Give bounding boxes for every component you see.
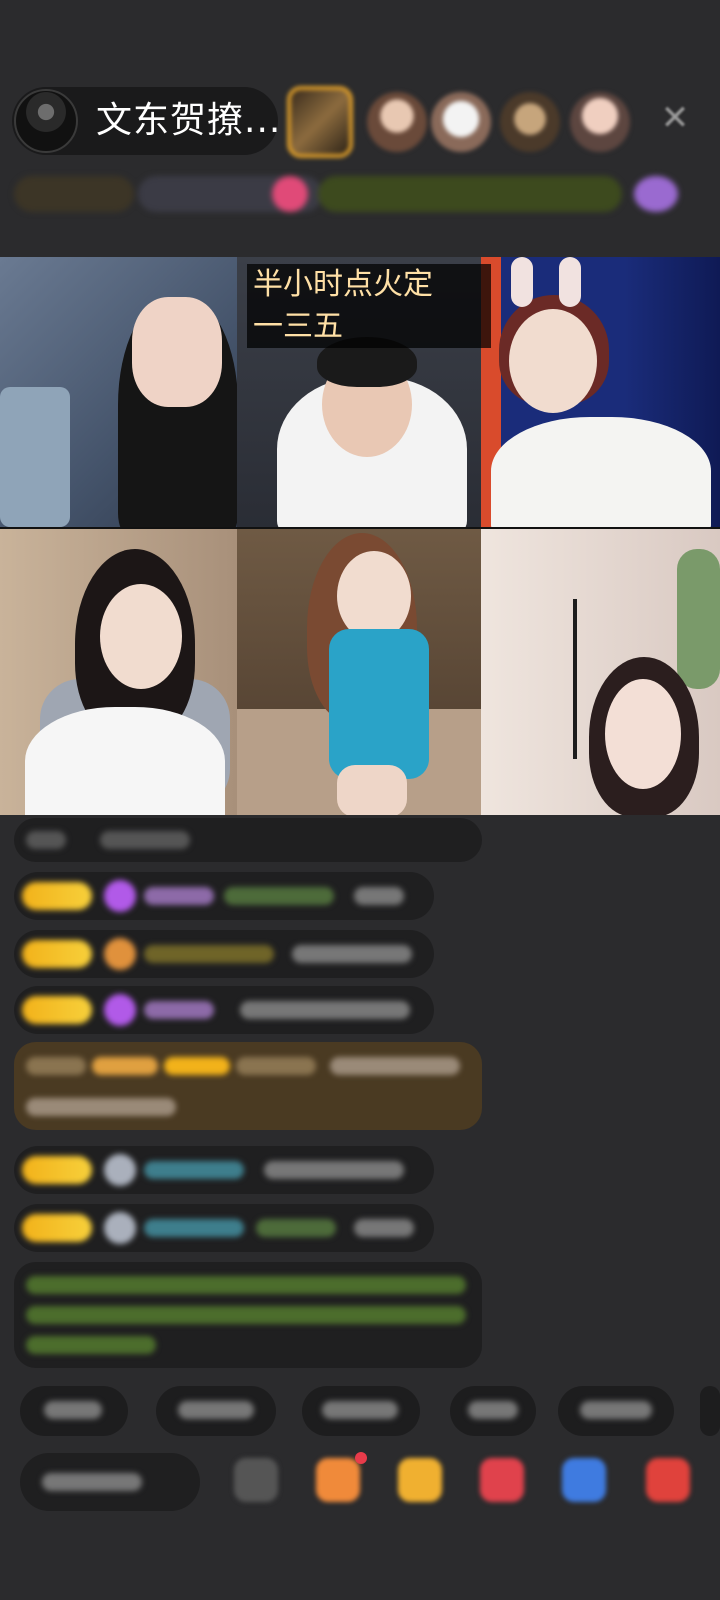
more-icon[interactable] bbox=[646, 1458, 690, 1502]
gift-icon[interactable] bbox=[398, 1458, 442, 1502]
quick-reply-chip[interactable] bbox=[558, 1386, 674, 1436]
gift-box-icon[interactable] bbox=[316, 1458, 360, 1502]
video-tile[interactable] bbox=[481, 529, 720, 815]
system-notice bbox=[14, 1262, 482, 1368]
quick-reply-chip[interactable] bbox=[700, 1386, 720, 1436]
host-info-pill[interactable]: 文东贺撩... bbox=[12, 87, 282, 155]
chat-message bbox=[14, 1204, 434, 1252]
caption-line-1: 半小时点火定 bbox=[253, 267, 433, 302]
quick-reply-chip[interactable] bbox=[450, 1386, 536, 1436]
top-viewer-avatar[interactable] bbox=[287, 86, 353, 158]
viewer-avatar[interactable] bbox=[570, 92, 630, 152]
caption-line-2: 一三五 bbox=[253, 309, 343, 344]
stream-caption: 半小时点火定 一三五 bbox=[247, 264, 491, 348]
viewer-avatar[interactable] bbox=[500, 92, 560, 152]
viewer-avatar[interactable] bbox=[431, 92, 491, 152]
chat-message-highlight bbox=[14, 1042, 482, 1130]
emoji-icon[interactable] bbox=[234, 1458, 278, 1502]
quick-reply-chip[interactable] bbox=[20, 1386, 128, 1436]
video-tile[interactable] bbox=[0, 257, 237, 527]
viewer-avatar[interactable] bbox=[367, 92, 427, 152]
comment-input[interactable] bbox=[20, 1453, 200, 1511]
chat-message bbox=[14, 1146, 434, 1194]
video-tile[interactable] bbox=[237, 529, 481, 815]
red-packet-icon[interactable] bbox=[480, 1458, 524, 1502]
chat-message bbox=[14, 986, 434, 1034]
video-tile[interactable] bbox=[0, 529, 237, 815]
host-name: 文东贺撩... bbox=[96, 100, 282, 141]
video-tile[interactable] bbox=[481, 257, 720, 527]
quick-reply-chip[interactable] bbox=[156, 1386, 276, 1436]
chat-message bbox=[14, 930, 434, 978]
quick-reply-chip[interactable] bbox=[302, 1386, 420, 1436]
notification-dot bbox=[355, 1452, 367, 1464]
close-icon[interactable]: ✕ bbox=[658, 101, 692, 135]
chat-message bbox=[14, 818, 482, 862]
share-icon[interactable] bbox=[562, 1458, 606, 1502]
chat-message bbox=[14, 872, 434, 920]
host-avatar[interactable] bbox=[14, 89, 78, 153]
room-info-row bbox=[14, 170, 690, 218]
